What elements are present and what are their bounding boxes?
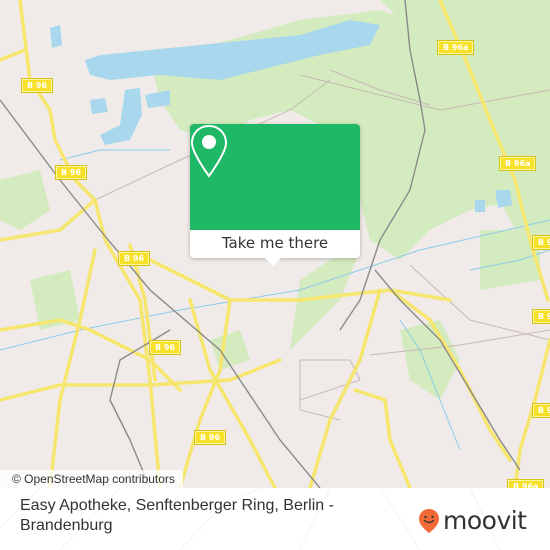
- road-label-b96: B 96: [148, 340, 182, 355]
- road-label-b96: B 96: [20, 78, 54, 93]
- map-pin-icon: [190, 124, 228, 178]
- road-label-b96a: B 96a: [531, 235, 550, 250]
- popup-header: [190, 124, 360, 230]
- road-label-b96: B 96: [117, 251, 151, 266]
- moovit-smiley-pin-icon: [419, 509, 439, 533]
- take-me-there-button[interactable]: Take me there: [190, 230, 360, 258]
- moovit-logo[interactable]: moovit: [418, 506, 527, 536]
- map[interactable]: B 96 B 96 B 96 B 96 B 96 B 96a B 96a B 9…: [0, 0, 550, 488]
- road-label-b96: B 96: [193, 430, 227, 445]
- destination-popup[interactable]: Take me there: [190, 124, 360, 266]
- road-label-b96a: B 96a: [531, 403, 550, 418]
- road-label-b96a: B 96a: [531, 309, 550, 324]
- moovit-wordmark: moovit: [443, 506, 527, 535]
- road-label-b96a: B 96a: [498, 156, 537, 171]
- osm-attribution[interactable]: © OpenStreetMap contributors: [0, 470, 183, 488]
- popup-pointer: [265, 258, 281, 266]
- place-name: Easy Apotheke, Senftenberger Ring, Berli…: [20, 497, 334, 534]
- road-label-b96: B 96: [54, 165, 88, 180]
- road-label-b96a: B 96a: [506, 479, 545, 488]
- road-label-b96a: B 96a: [436, 40, 475, 55]
